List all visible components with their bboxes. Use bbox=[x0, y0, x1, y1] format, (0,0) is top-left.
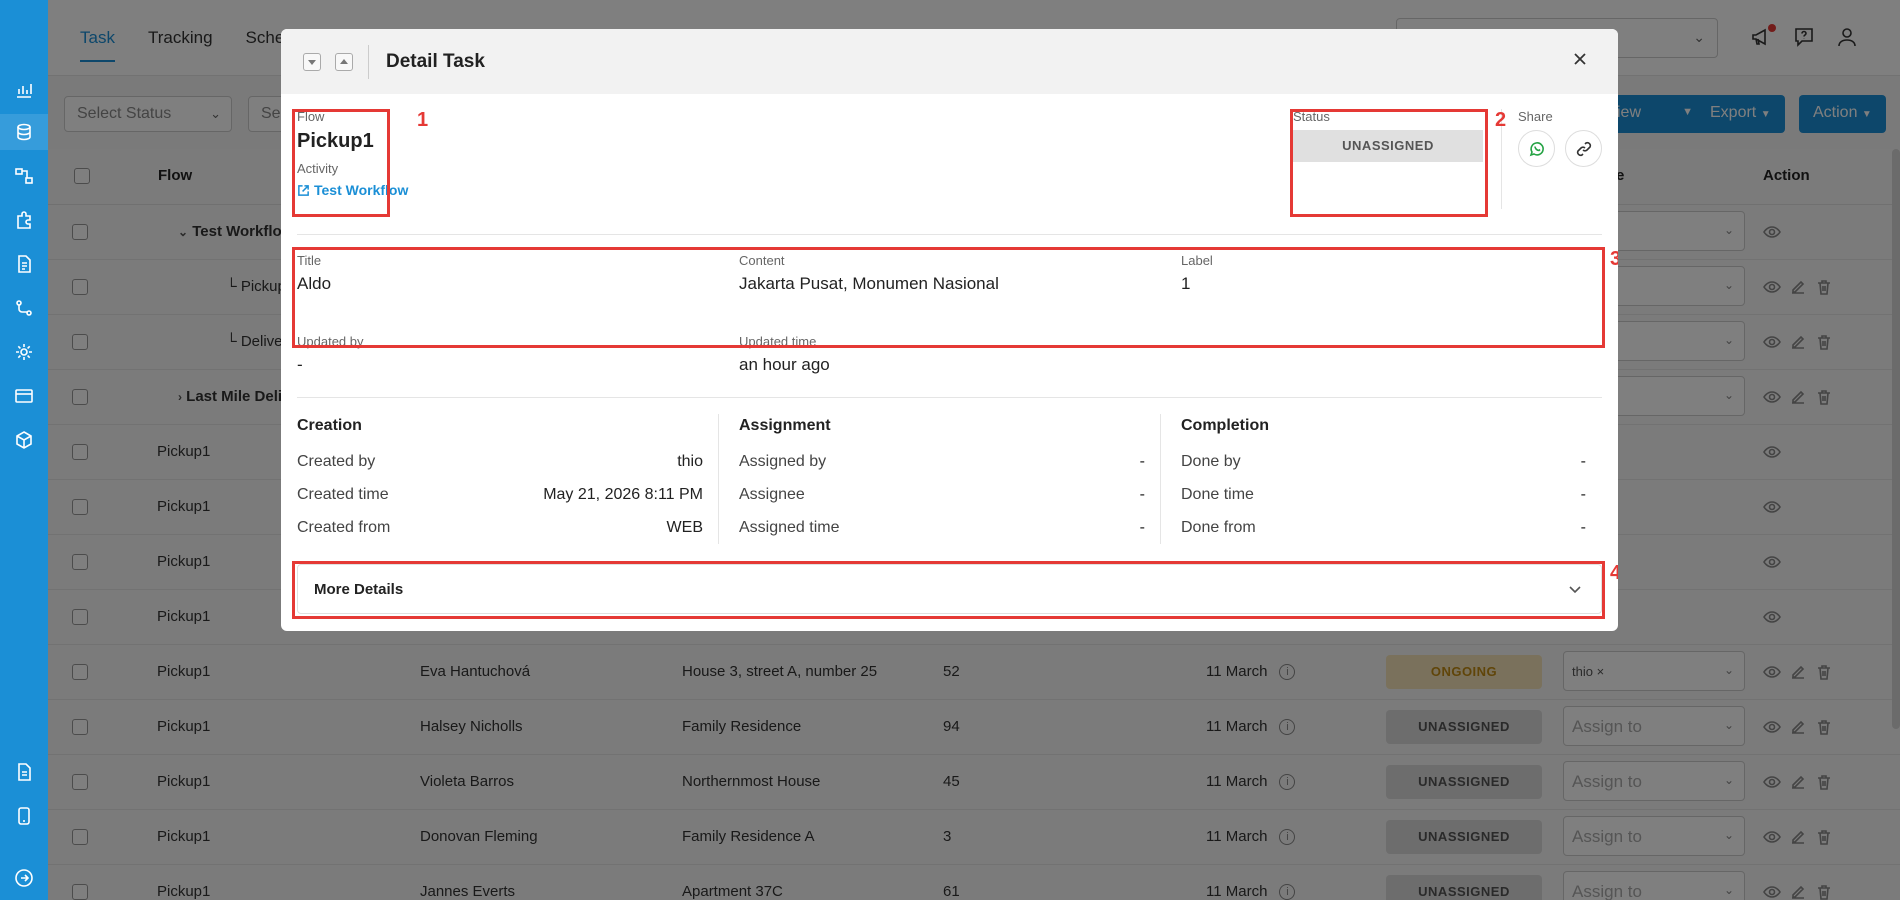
done-time-label: Done time bbox=[1181, 486, 1254, 503]
completion-title: Completion bbox=[1181, 417, 1269, 434]
triangle-down-icon bbox=[308, 60, 316, 65]
assigned-time-label: Assigned time bbox=[739, 519, 840, 536]
detail-task-modal: Detail Task Flow Pickup1 Activity Test W… bbox=[281, 29, 1618, 631]
settings-icon[interactable] bbox=[12, 340, 36, 364]
created-by-value: thio bbox=[677, 453, 703, 470]
tasks-icon[interactable] bbox=[0, 114, 48, 150]
report-icon[interactable] bbox=[12, 760, 36, 784]
creation-title: Creation bbox=[297, 417, 362, 434]
header-divider bbox=[368, 45, 369, 79]
done-time-value: - bbox=[1580, 486, 1586, 503]
created-from-value: WEB bbox=[666, 519, 703, 536]
annotation-number-4: 4 bbox=[1610, 562, 1618, 584]
annotation-box-2 bbox=[1290, 109, 1488, 217]
package-icon[interactable] bbox=[12, 428, 36, 452]
share-label: Share bbox=[1518, 109, 1553, 124]
document-icon[interactable] bbox=[12, 252, 36, 276]
done-from-value: - bbox=[1580, 519, 1586, 536]
whatsapp-share-button[interactable] bbox=[1518, 130, 1555, 167]
copy-link-button[interactable] bbox=[1565, 130, 1602, 167]
annotation-box-3 bbox=[292, 247, 1605, 348]
column-divider bbox=[1160, 414, 1161, 544]
assignee-value: - bbox=[1139, 486, 1145, 503]
share-section: Share bbox=[1518, 109, 1602, 167]
annotation-number-2: 2 bbox=[1495, 109, 1507, 131]
annotation-number-1: 1 bbox=[417, 109, 429, 131]
updated-by-value: - bbox=[297, 355, 303, 374]
billing-icon[interactable] bbox=[12, 384, 36, 408]
sidebar bbox=[0, 0, 48, 900]
workflow-icon[interactable] bbox=[12, 164, 36, 188]
column-divider bbox=[718, 414, 719, 544]
created-time-label: Created time bbox=[297, 486, 389, 503]
close-icon bbox=[1574, 53, 1586, 65]
divider bbox=[297, 234, 1602, 235]
assigned-by-value: - bbox=[1139, 453, 1145, 470]
updated-time-value: an hour ago bbox=[739, 355, 830, 374]
route-icon[interactable] bbox=[12, 296, 36, 320]
plugin-icon[interactable] bbox=[12, 208, 36, 232]
done-by-value: - bbox=[1580, 453, 1586, 470]
assignment-title: Assignment bbox=[739, 417, 831, 434]
annotation-box-4 bbox=[292, 561, 1605, 619]
assigned-by-label: Assigned by bbox=[739, 453, 827, 470]
done-by-label: Done by bbox=[1181, 453, 1241, 470]
created-by-label: Created by bbox=[297, 453, 376, 470]
link-icon bbox=[1576, 141, 1591, 156]
done-from-label: Done from bbox=[1181, 519, 1256, 536]
mobile-icon[interactable] bbox=[12, 804, 36, 828]
triangle-up-icon bbox=[340, 59, 348, 64]
next-task-button[interactable] bbox=[303, 53, 321, 71]
annotation-number-3: 3 bbox=[1610, 248, 1618, 270]
assigned-time-value: - bbox=[1139, 519, 1145, 536]
modal-title: Detail Task bbox=[386, 51, 485, 72]
expand-sidebar-icon[interactable] bbox=[12, 866, 36, 890]
previous-task-button[interactable] bbox=[335, 53, 353, 71]
created-from-label: Created from bbox=[297, 519, 391, 536]
whatsapp-icon bbox=[1529, 141, 1544, 156]
divider bbox=[297, 397, 1602, 398]
modal-header: Detail Task bbox=[281, 29, 1618, 94]
created-time-value: May 21, 2026 8:11 PM bbox=[543, 486, 703, 503]
annotation-box-1 bbox=[292, 109, 390, 217]
analytics-icon[interactable] bbox=[12, 78, 36, 102]
close-button[interactable] bbox=[1570, 49, 1592, 71]
assignee-label: Assignee bbox=[739, 486, 805, 503]
